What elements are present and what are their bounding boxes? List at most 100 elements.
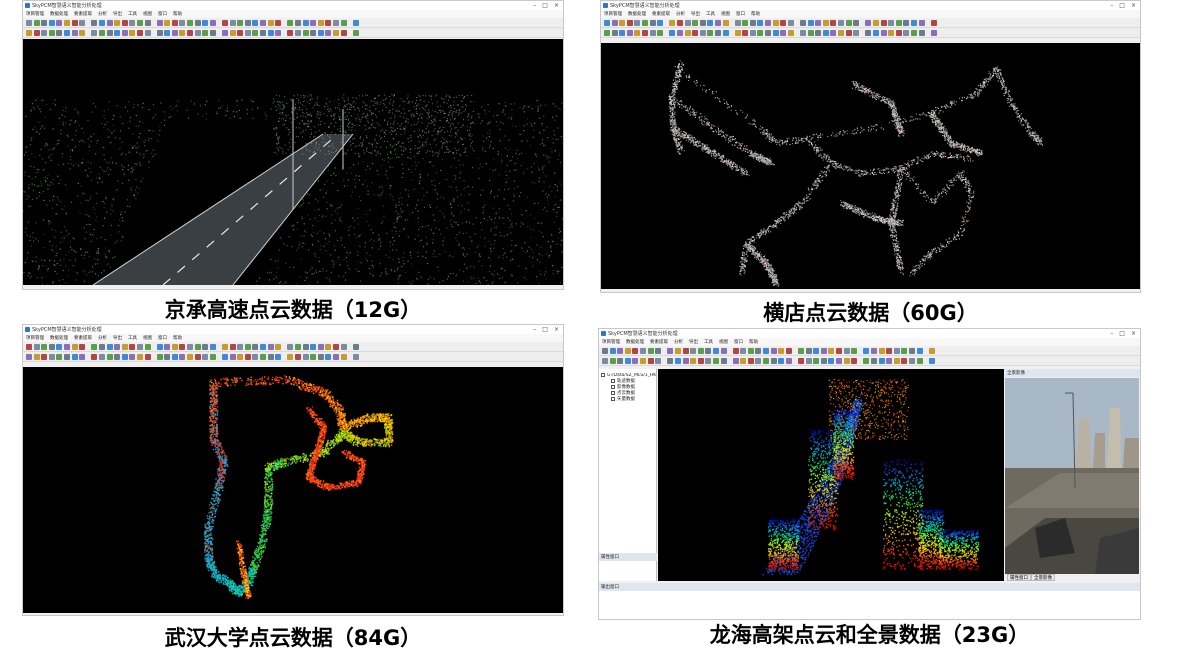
toolbar-tool-icon[interactable] bbox=[903, 30, 909, 36]
toolbar-tool-icon[interactable] bbox=[230, 20, 236, 26]
toolbar-tool-icon[interactable] bbox=[157, 30, 163, 36]
toolbar-tool-icon[interactable] bbox=[217, 20, 220, 26]
toolbar-tool-icon[interactable] bbox=[780, 30, 786, 36]
toolbar-tool-icon[interactable] bbox=[798, 358, 804, 364]
toolbar-tool-icon[interactable] bbox=[217, 354, 220, 360]
toolbar-tool-icon[interactable] bbox=[642, 20, 648, 26]
toolbar-tool-icon[interactable] bbox=[99, 30, 105, 36]
toolbar-tool-icon[interactable] bbox=[157, 20, 163, 26]
toolbar-tool-icon[interactable] bbox=[195, 344, 201, 350]
toolbar-tool-icon[interactable] bbox=[114, 344, 120, 350]
toolbar-tool-icon[interactable] bbox=[721, 358, 727, 364]
toolbar-tool-icon[interactable] bbox=[295, 354, 301, 360]
toolbar-tool-icon[interactable] bbox=[861, 30, 864, 36]
menu-item[interactable]: 数据处理 bbox=[50, 11, 68, 17]
toolbar-tool-icon[interactable] bbox=[333, 30, 339, 36]
toolbar-tool-icon[interactable] bbox=[665, 30, 668, 36]
toolbar-tool-icon[interactable] bbox=[853, 30, 859, 36]
toolbar-tool-icon[interactable] bbox=[657, 30, 663, 36]
toolbar-tool-icon[interactable] bbox=[195, 30, 201, 36]
toolbar-tool-icon[interactable] bbox=[107, 30, 113, 36]
toolbar-tool-icon[interactable] bbox=[72, 354, 78, 360]
toolbar-tool-icon[interactable] bbox=[187, 20, 193, 26]
toolbar-tool-icon[interactable] bbox=[765, 30, 771, 36]
toolbar-tool-icon[interactable] bbox=[275, 30, 281, 36]
toolbar-tool-icon[interactable] bbox=[230, 30, 236, 36]
toolbar-tool-icon[interactable] bbox=[675, 348, 681, 354]
toolbar-tool-icon[interactable] bbox=[786, 348, 792, 354]
toolbar-tool-icon[interactable] bbox=[830, 30, 836, 36]
toolbar-tool-icon[interactable] bbox=[287, 20, 293, 26]
toolbar-tool-icon[interactable] bbox=[260, 344, 266, 350]
toolbar-tool-icon[interactable] bbox=[145, 20, 151, 26]
toolbar-tool-icon[interactable] bbox=[348, 354, 351, 360]
toolbar-tool-icon[interactable] bbox=[56, 30, 62, 36]
menu-item[interactable]: 工具 bbox=[706, 11, 715, 17]
toolbar-tool-icon[interactable] bbox=[733, 358, 739, 364]
toolbar-tool-icon[interactable] bbox=[260, 354, 266, 360]
toolbar-tool-icon[interactable] bbox=[222, 344, 228, 350]
toolbar-tool-icon[interactable] bbox=[202, 344, 208, 350]
close-button[interactable]: × bbox=[554, 326, 559, 333]
menu-item[interactable]: 项目管理 bbox=[26, 11, 44, 17]
toolbar-tool-icon[interactable] bbox=[931, 20, 937, 26]
menu-item[interactable]: 工具 bbox=[128, 335, 137, 341]
maximize-button[interactable]: □ bbox=[542, 326, 548, 333]
toolbar-tool-icon[interactable] bbox=[602, 358, 608, 364]
toolbar-tool-icon[interactable] bbox=[268, 20, 274, 26]
toolbar-tool-icon[interactable] bbox=[157, 344, 163, 350]
toolbar-tool-icon[interactable] bbox=[815, 30, 821, 36]
menu-item[interactable]: 数据处理 bbox=[628, 11, 646, 17]
toolbar-tool-icon[interactable] bbox=[237, 354, 243, 360]
toolbar-tool-icon[interactable] bbox=[275, 354, 281, 360]
menu-item[interactable]: 项目管理 bbox=[26, 335, 44, 341]
toolbar-tool-icon[interactable] bbox=[634, 20, 640, 26]
toolbar-tool-icon[interactable] bbox=[879, 358, 885, 364]
toolbar-tool-icon[interactable] bbox=[172, 30, 178, 36]
menu-item[interactable]: 窗口 bbox=[158, 11, 167, 17]
toolbar-tool-icon[interactable] bbox=[222, 20, 228, 26]
menu-item[interactable]: 帮助 bbox=[173, 11, 182, 17]
toolbar-tool-icon[interactable] bbox=[129, 30, 135, 36]
toolbar-tool-icon[interactable] bbox=[122, 30, 128, 36]
toolbar-tool-icon[interactable] bbox=[195, 20, 201, 26]
toolbar-tool-icon[interactable] bbox=[821, 358, 827, 364]
toolbar-tool-icon[interactable] bbox=[164, 30, 170, 36]
toolbar-tool-icon[interactable] bbox=[341, 20, 347, 26]
menu-item[interactable]: 要素提取 bbox=[652, 11, 670, 17]
toolbar-tool-icon[interactable] bbox=[187, 344, 193, 350]
toolbar-tool-icon[interactable] bbox=[318, 30, 324, 36]
toolbar-tool-icon[interactable] bbox=[145, 344, 151, 350]
toolbar-tool-icon[interactable] bbox=[268, 354, 274, 360]
toolbar-tool-icon[interactable] bbox=[187, 30, 193, 36]
toolbar-tool-icon[interactable] bbox=[348, 344, 351, 350]
toolbar-tool-icon[interactable] bbox=[41, 354, 47, 360]
menu-item[interactable]: 项目管理 bbox=[602, 339, 620, 345]
toolbar-tool-icon[interactable] bbox=[610, 348, 616, 354]
toolbar-tool-icon[interactable] bbox=[924, 358, 927, 364]
toolbar-tool-icon[interactable] bbox=[49, 20, 55, 26]
menu-item[interactable]: 导出 bbox=[689, 339, 698, 345]
menu-item[interactable]: 分析 bbox=[674, 339, 683, 345]
toolbar-tool-icon[interactable] bbox=[806, 358, 812, 364]
maximize-button[interactable]: □ bbox=[1119, 2, 1125, 9]
toolbar-tool-icon[interactable] bbox=[748, 348, 754, 354]
toolbar-tool-icon[interactable] bbox=[881, 20, 887, 26]
toolbar-tool-icon[interactable] bbox=[873, 30, 879, 36]
toolbar-tool-icon[interactable] bbox=[26, 344, 32, 350]
window-controls[interactable]: – □ × bbox=[1110, 2, 1140, 9]
toolbar-tool-icon[interactable] bbox=[187, 354, 193, 360]
toolbar-tool-icon[interactable] bbox=[778, 348, 784, 354]
toolbar-tool-icon[interactable] bbox=[333, 20, 339, 26]
toolbar-tool-icon[interactable] bbox=[310, 30, 316, 36]
toolbar-tool-icon[interactable] bbox=[728, 348, 731, 354]
layer-checkbox[interactable] bbox=[611, 391, 615, 395]
tab-panorama[interactable]: 全景影像 bbox=[1031, 574, 1055, 581]
toolbar-tool-icon[interactable] bbox=[723, 20, 729, 26]
toolbar-tool-icon[interactable] bbox=[786, 358, 792, 364]
toolbar-tool-icon[interactable] bbox=[172, 354, 178, 360]
toolbar-tool-icon[interactable] bbox=[303, 344, 309, 350]
toolbar-tool-icon[interactable] bbox=[851, 358, 857, 364]
toolbar-tool-icon[interactable] bbox=[911, 20, 917, 26]
toolbar-tool-icon[interactable] bbox=[34, 354, 40, 360]
